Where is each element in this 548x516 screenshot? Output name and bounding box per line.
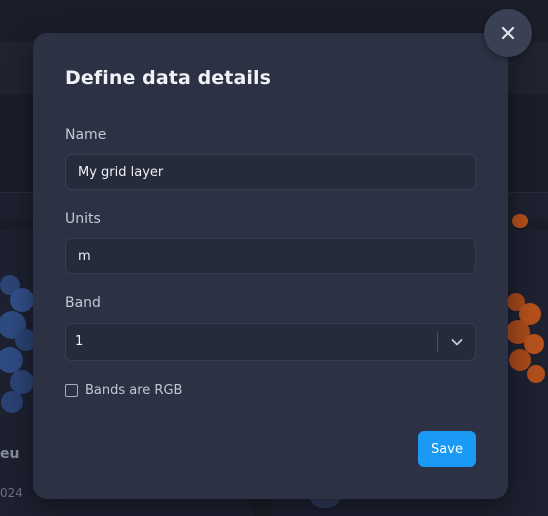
band-select[interactable]: 1 [65,323,476,361]
dialog-title: Define data details [65,67,272,89]
select-separator [437,332,438,352]
name-label: Name [65,127,107,143]
name-input[interactable] [65,154,476,190]
background-marker [512,214,528,228]
units-label: Units [65,211,101,227]
bands-rgb-checkbox[interactable] [65,383,78,397]
save-button[interactable]: Save [418,431,476,467]
close-icon [501,26,515,40]
band-label: Band [65,295,101,311]
units-input[interactable] [65,238,476,274]
band-select-value: 1 [75,334,84,349]
background-text: 024 [0,486,23,500]
chevron-down-icon[interactable] [449,334,465,350]
background-text: eu [0,446,20,462]
bands-rgb-option[interactable]: Bands are RGB [65,381,182,399]
define-data-dialog: Define data details Name Units Band 1 Ba… [33,33,508,499]
close-button[interactable] [484,9,532,57]
bands-rgb-label[interactable]: Bands are RGB [85,383,182,398]
